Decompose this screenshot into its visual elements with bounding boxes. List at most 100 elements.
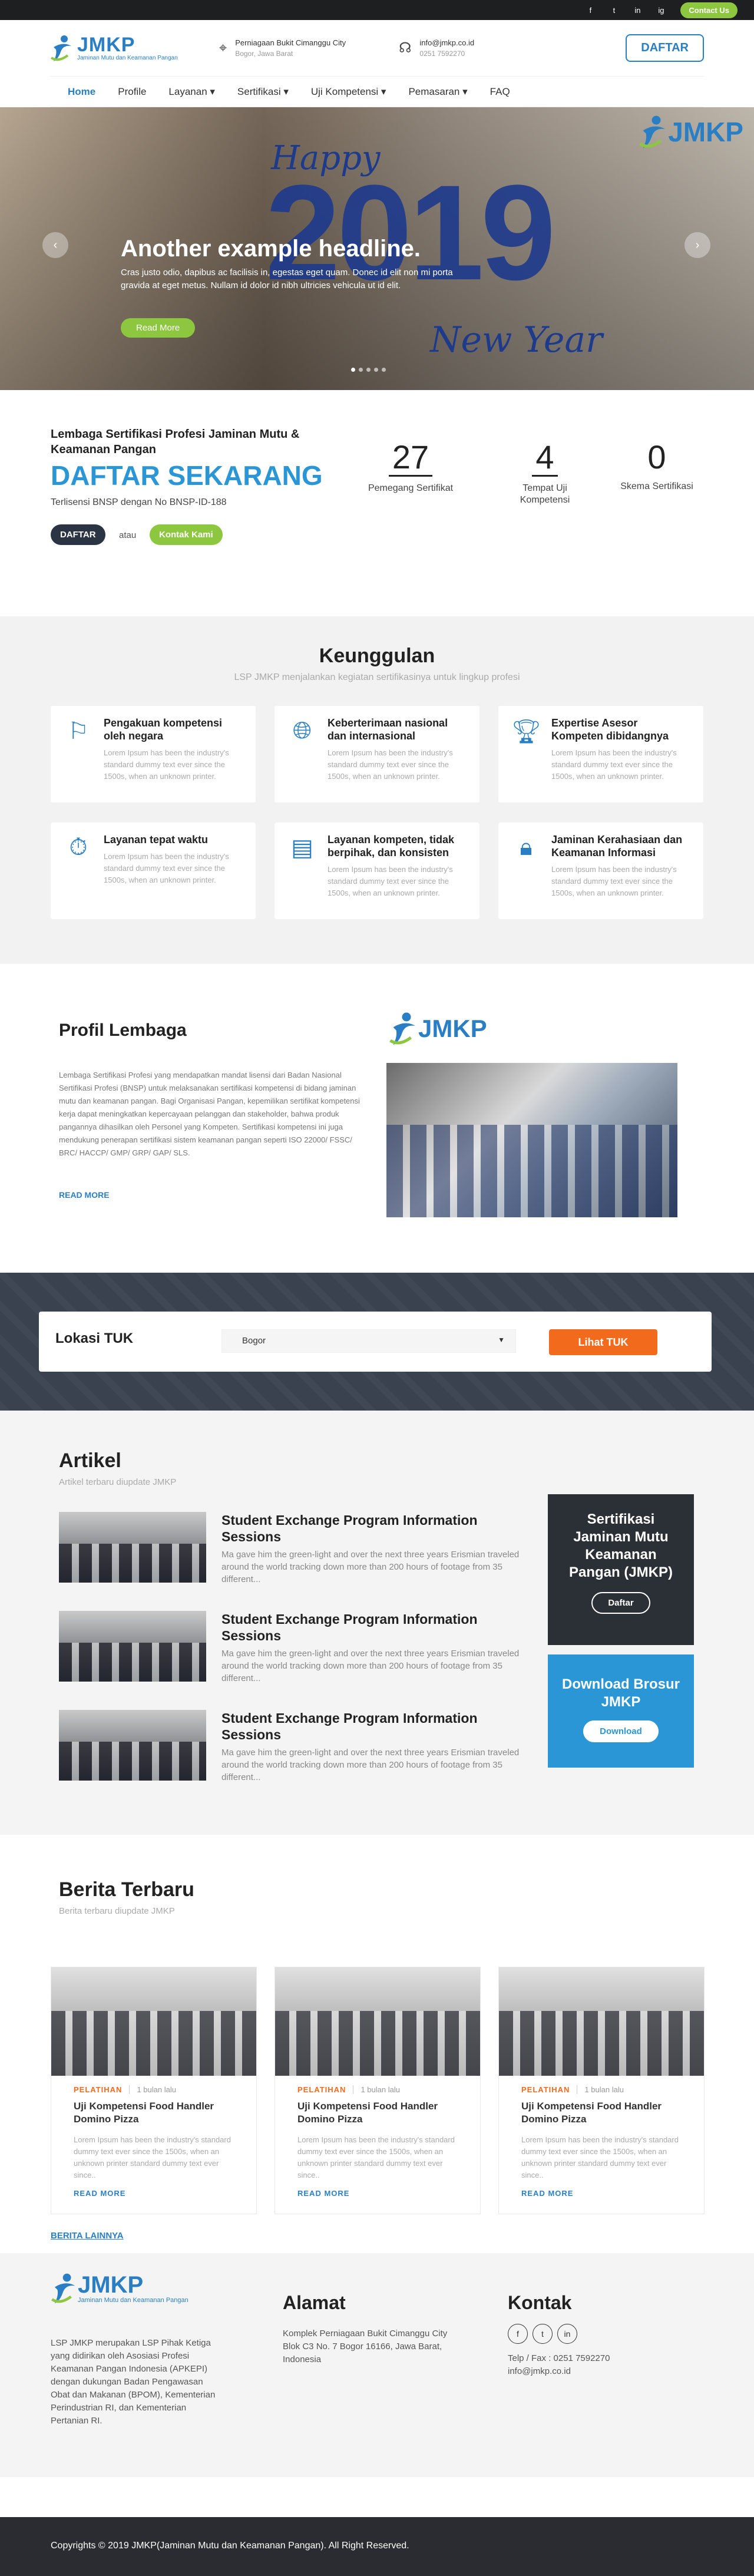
- nav-faq[interactable]: FAQ: [490, 86, 510, 98]
- article-desc: Ma gave him the green-light and over the…: [221, 1748, 520, 1782]
- profil-text: Lembaga Sertifikasi Profesi yang mendapa…: [59, 1071, 360, 1157]
- trophy-icon: 🏆︎: [511, 719, 541, 745]
- address-line2: Bogor, Jawa Barat: [235, 49, 293, 58]
- linkedin-icon[interactable]: in: [633, 6, 641, 15]
- article-item[interactable]: Student Exchange Program Information Ses…: [59, 1512, 534, 1586]
- news-card[interactable]: PELATIHAN 1 bulan lalu Uji Kompetensi Foo…: [275, 1967, 481, 2214]
- footer-kontak-title: Kontak: [508, 2292, 572, 2313]
- news-title[interactable]: Uji Kompetensi Food Handler Domino Pizza: [51, 2094, 256, 2126]
- stopwatch-icon: ⏱︎: [69, 834, 88, 860]
- article-thumbnail[interactable]: [59, 1710, 206, 1781]
- footer-social-links: f t in: [508, 2324, 577, 2344]
- lihat-tuk-button[interactable]: Lihat TUK: [549, 1329, 657, 1355]
- site-logo[interactable]: JMKP Jaminan Mutu dan Keamanan Pangan: [50, 34, 178, 62]
- news-category[interactable]: PELATIHAN: [521, 2085, 570, 2094]
- feature-card: ▤ Layanan kompeten, tidak berpihak, dan k…: [275, 823, 479, 919]
- feature-desc: Lorem Ipsum has been the industry's stan…: [551, 865, 677, 897]
- header-email[interactable]: info@jmkp.co.id: [419, 38, 474, 47]
- twitter-icon[interactable]: t: [533, 2324, 553, 2344]
- headset-icon: ☊: [399, 40, 412, 56]
- download-side-box: Download Brosur JMKP Download: [548, 1654, 694, 1768]
- footer-logo[interactable]: JMKP Jaminan Mutu dan Keamanan Pangan: [51, 2272, 188, 2305]
- topbar: f t in ig Contact Us: [0, 0, 754, 20]
- instagram-icon[interactable]: ig: [657, 6, 665, 15]
- carousel-next-icon[interactable]: ›: [684, 232, 710, 258]
- nav-home[interactable]: Home: [68, 86, 95, 98]
- stat-number: 27: [388, 440, 433, 477]
- contact-us-button[interactable]: Contact Us: [680, 2, 738, 18]
- news-category[interactable]: PELATIHAN: [74, 2085, 122, 2094]
- site-footer: JMKP Jaminan Mutu dan Keamanan Pangan LSP…: [0, 2253, 754, 2477]
- hero-read-more-button[interactable]: Read More: [121, 318, 196, 338]
- feature-desc: Lorem Ipsum has been the industry's stan…: [104, 748, 229, 781]
- facebook-icon[interactable]: f: [508, 2324, 528, 2344]
- berita-lainnya-link[interactable]: BERITA LAINNYA: [51, 2231, 124, 2241]
- feature-title: Expertise Asesor Kompeten dibidangnya: [551, 717, 669, 742]
- feature-title: Keberterimaan nasional dan internasional: [328, 717, 448, 742]
- cta-kontak-button[interactable]: Kontak Kami: [150, 524, 223, 545]
- news-read-more-link[interactable]: READ MORE: [521, 2189, 573, 2198]
- feature-desc: Lorem Ipsum has been the industry's stan…: [328, 748, 453, 781]
- photo-detail: [386, 1124, 677, 1217]
- news-read-more-link[interactable]: READ MORE: [74, 2189, 125, 2198]
- carousel-dot[interactable]: [374, 368, 378, 372]
- artikel-section: Artikel Artikel terbaru diupdate JMKP St…: [0, 1411, 754, 1835]
- hero-logo: JMKP: [639, 114, 743, 150]
- carousel-prev-icon[interactable]: ‹: [42, 232, 68, 258]
- footer-email[interactable]: info@jmkp.co.id: [508, 2365, 610, 2378]
- news-title[interactable]: Uji Kompetensi Food Handler Domino Pizza: [499, 2094, 704, 2126]
- carousel-dot[interactable]: [366, 368, 371, 372]
- article-title[interactable]: Student Exchange Program Information Ses…: [221, 1512, 528, 1545]
- nav-layanan[interactable]: Layanan ▾: [168, 86, 214, 98]
- news-category[interactable]: PELATIHAN: [297, 2085, 346, 2094]
- news-title[interactable]: Uji Kompetensi Food Handler Domino Pizza: [275, 2094, 480, 2126]
- nav-sertifikasi[interactable]: Sertifikasi ▾: [237, 86, 289, 98]
- footer-address: Komplek Perniagaan Bukit Cimanggu City B…: [283, 2329, 448, 2364]
- nav-uji-kompetensi[interactable]: Uji Kompetensi ▾: [311, 86, 386, 98]
- keunggulan-title: Keunggulan: [319, 645, 435, 667]
- hero-text: Cras justo odio, dapibus ac facilisis in…: [121, 267, 453, 290]
- carousel-dot[interactable]: [351, 368, 355, 372]
- facebook-icon[interactable]: f: [586, 6, 594, 15]
- news-card[interactable]: PELATIHAN 1 bulan lalu Uji Kompetensi Foo…: [498, 1967, 705, 2214]
- news-card[interactable]: PELATIHAN 1 bulan lalu Uji Kompetensi Foo…: [51, 1967, 257, 2214]
- stat-label: Tempat Uji Kompetensi: [520, 483, 570, 505]
- cta-daftar-sekarang[interactable]: DAFTAR SEKARANG: [51, 460, 323, 491]
- article-title[interactable]: Student Exchange Program Information Ses…: [221, 1611, 528, 1644]
- hero-new-year-text: New Year: [430, 319, 603, 361]
- cta-daftar-button[interactable]: DAFTAR: [51, 524, 105, 545]
- footer-alamat-title: Alamat: [283, 2292, 346, 2313]
- lokasi-select[interactable]: Bogor ▼: [221, 1329, 516, 1353]
- side-daftar-button[interactable]: Daftar: [591, 1592, 650, 1614]
- news-image[interactable]: [499, 1967, 704, 2076]
- news-desc: Lorem Ipsum has been the industry's stan…: [521, 2135, 679, 2179]
- flag-icon: ⚐: [68, 718, 89, 744]
- lokasi-title: Lokasi TUK: [55, 1330, 134, 1346]
- contact-info: ☊ info@jmkp.co.id 0251 7592270: [399, 38, 474, 58]
- article-desc: Ma gave him the green-light and over the…: [221, 1649, 520, 1683]
- nav-pemasaran[interactable]: Pemasaran ▾: [408, 86, 467, 98]
- article-thumbnail[interactable]: [59, 1512, 206, 1583]
- news-image[interactable]: [51, 1967, 256, 2076]
- feature-card: 🌐︎ Keberterimaan nasional dan internasion…: [275, 706, 479, 802]
- news-image[interactable]: [275, 1967, 480, 2076]
- profil-logo-figure-icon: [389, 1012, 415, 1045]
- profil-read-more-link[interactable]: READ MORE: [59, 1190, 110, 1200]
- carousel-dot[interactable]: [359, 368, 363, 372]
- profil-title: Profil Lembaga: [59, 1021, 187, 1040]
- news-date: 1 bulan lalu: [129, 2085, 176, 2094]
- carousel-dot[interactable]: [382, 368, 386, 372]
- news-read-more-link[interactable]: READ MORE: [297, 2189, 349, 2198]
- article-title[interactable]: Student Exchange Program Information Ses…: [221, 1710, 528, 1743]
- feature-title: Pengakuan kompetensi oleh negara: [104, 717, 223, 742]
- nav-profile[interactable]: Profile: [118, 86, 146, 98]
- news-desc: Lorem Ipsum has been the industry's stan…: [297, 2135, 455, 2179]
- daftar-header-button[interactable]: DAFTAR: [626, 34, 704, 62]
- article-item[interactable]: Student Exchange Program Information Ses…: [59, 1611, 534, 1685]
- linkedin-icon[interactable]: in: [557, 2324, 577, 2344]
- berita-subtitle: Berita terbaru diupdate JMKP: [59, 1906, 175, 1916]
- twitter-icon[interactable]: t: [610, 6, 618, 15]
- article-item[interactable]: Student Exchange Program Information Ses…: [59, 1710, 534, 1784]
- side-download-button[interactable]: Download: [583, 1720, 659, 1742]
- article-thumbnail[interactable]: [59, 1611, 206, 1682]
